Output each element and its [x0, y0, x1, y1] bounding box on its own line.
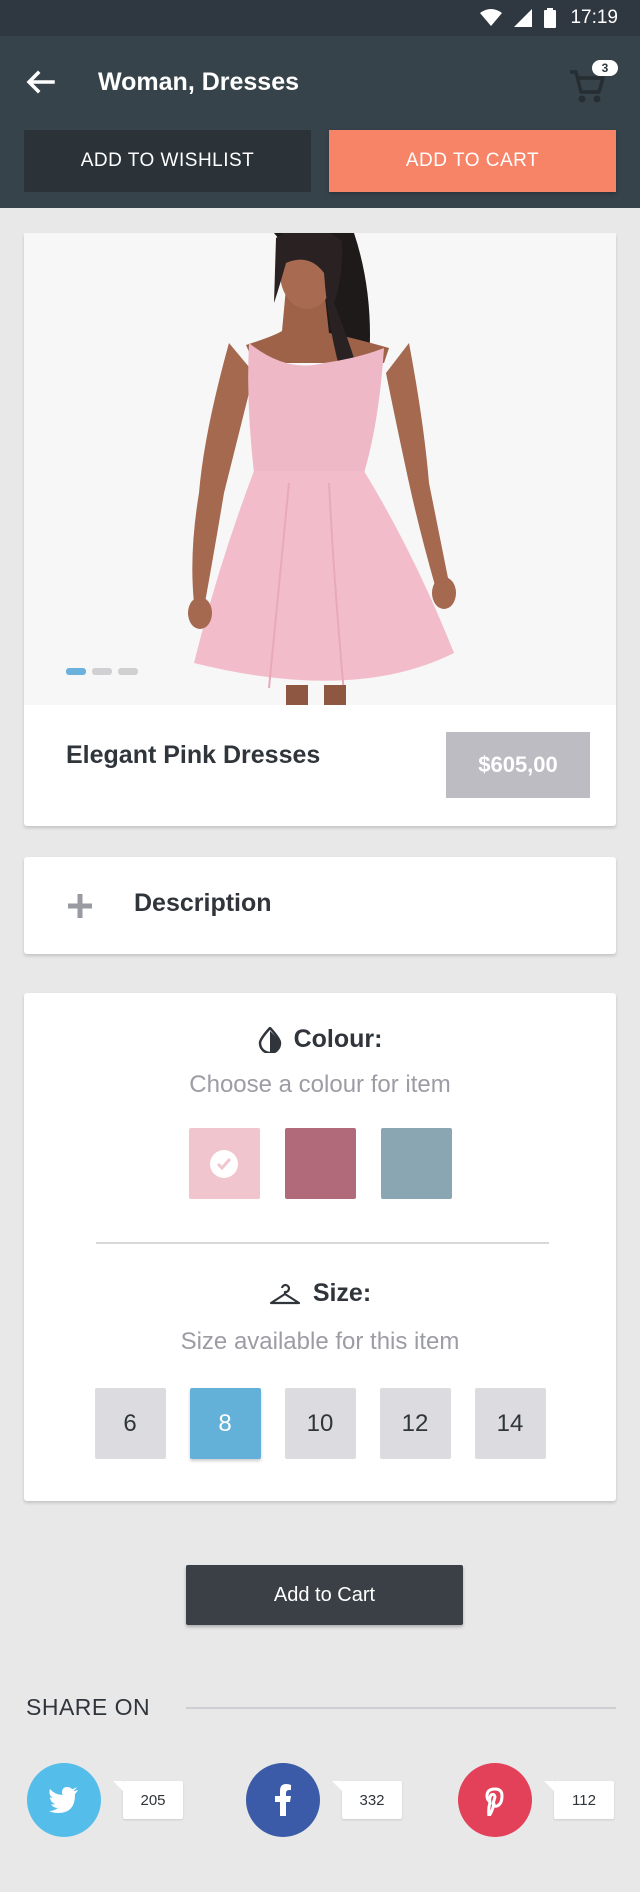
colour-swatches: [24, 1128, 616, 1199]
size-option-selected[interactable]: 8: [189, 1388, 261, 1459]
twitter-icon: [49, 1787, 78, 1813]
share-title: SHARE ON: [26, 1694, 151, 1720]
product-card: Elegant Pink Dresses $605,00: [24, 233, 616, 826]
signal-icon: [514, 9, 533, 27]
description-expander[interactable]: Description: [24, 857, 616, 954]
size-option[interactable]: 10: [284, 1388, 356, 1459]
size-option[interactable]: 12: [379, 1388, 451, 1459]
plus-icon: [68, 894, 92, 918]
wifi-icon: [480, 9, 503, 26]
image-pagination: [66, 668, 138, 675]
app-bar: Woman, Dresses 3 ADD TO WISHLIST ADD TO …: [0, 36, 640, 208]
add-to-wishlist-button[interactable]: ADD TO WISHLIST: [24, 130, 311, 192]
options-card: Colour: Choose a colour for item Size: S…: [24, 993, 616, 1501]
colour-swatch-pink[interactable]: [188, 1128, 260, 1199]
cart-count-badge: 3: [592, 60, 618, 76]
dress-model-illustration: [188, 233, 456, 705]
status-icons: [480, 8, 557, 28]
facebook-icon: [275, 1784, 291, 1816]
check-icon: [210, 1149, 238, 1178]
product-image[interactable]: [24, 233, 616, 705]
twitter-button[interactable]: [27, 1763, 101, 1837]
share-pinterest: 112: [458, 1763, 614, 1837]
product-name: Elegant Pink Dresses: [66, 741, 321, 769]
page-title: Woman, Dresses: [98, 68, 300, 96]
colour-swatch-grey-blue[interactable]: [380, 1128, 452, 1199]
add-to-cart-top-button[interactable]: ADD TO CART: [329, 130, 616, 192]
share-facebook: 332: [246, 1763, 402, 1837]
colour-title: Colour:: [293, 1025, 383, 1053]
colour-swatch-mauve[interactable]: [284, 1128, 356, 1199]
battery-icon: [544, 8, 557, 28]
size-title: Size:: [312, 1279, 372, 1307]
pagination-dot[interactable]: [118, 668, 138, 675]
back-button[interactable]: [22, 64, 58, 100]
twitter-share-count: 205: [113, 1781, 183, 1819]
status-time: 17:19: [570, 7, 618, 28]
description-label: Description: [134, 889, 272, 917]
share-twitter: 205: [27, 1763, 183, 1837]
facebook-share-count: 332: [332, 1781, 402, 1819]
size-subtitle: Size available for this item: [180, 1328, 460, 1355]
size-options: 6 8 10 12 14: [24, 1388, 616, 1459]
colour-heading: Colour:: [24, 1025, 616, 1054]
pinterest-icon: [485, 1787, 504, 1816]
cart-button[interactable]: 3: [568, 60, 618, 104]
hanger-icon: [269, 1283, 300, 1304]
facebook-button[interactable]: [246, 1763, 320, 1837]
pagination-dot[interactable]: [66, 668, 86, 675]
colour-subtitle: Choose a colour for item: [189, 1071, 451, 1098]
pinterest-share-count: 112: [544, 1781, 614, 1819]
share-divider: [186, 1707, 616, 1709]
status-bar: 17:19: [0, 0, 640, 36]
pagination-dot[interactable]: [92, 668, 112, 675]
price-badge: $605,00: [446, 732, 590, 798]
size-option[interactable]: 14: [474, 1388, 546, 1459]
size-heading: Size:: [24, 1279, 616, 1308]
add-to-cart-button[interactable]: Add to Cart: [186, 1565, 463, 1625]
arrow-left-icon: [26, 70, 55, 94]
droplet-icon: [258, 1026, 281, 1053]
pinterest-button[interactable]: [458, 1763, 532, 1837]
size-option[interactable]: 6: [94, 1388, 166, 1459]
section-divider: [96, 1242, 549, 1244]
